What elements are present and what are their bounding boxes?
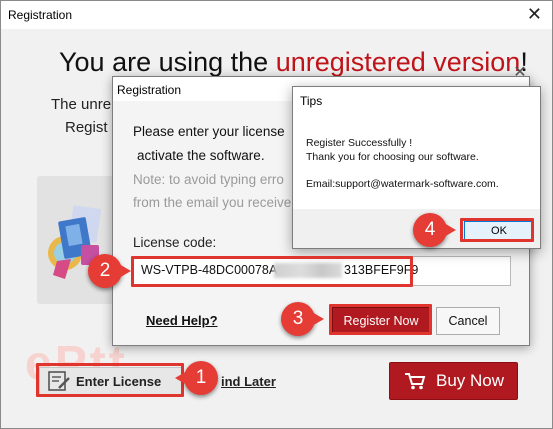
register-now-button[interactable]: Register Now (332, 307, 430, 335)
tips-dialog-title-bar: Tips (293, 87, 540, 111)
ok-button[interactable]: OK (464, 221, 534, 241)
enter-license-label: Enter License (76, 373, 162, 389)
need-help-link[interactable]: Need Help? (146, 313, 218, 328)
step-badge-1: 1 (175, 361, 218, 395)
note-line1: Note: to avoid typing erro (133, 172, 284, 187)
license-code-label: License code: (133, 235, 217, 250)
step-badge-3: 3 (281, 302, 324, 336)
tips-message-line2: Thank you for choosing our software. (306, 151, 479, 163)
edit-license-icon (48, 371, 70, 391)
buy-now-button[interactable]: Buy Now (389, 362, 518, 400)
headline-emphasis: unregistered version (275, 47, 521, 77)
cancel-button[interactable]: Cancel (436, 307, 500, 335)
headline-prefix: You are using the (59, 47, 276, 77)
step-badge-4: 4 (413, 213, 456, 247)
subtext-line1: The unre (51, 96, 112, 113)
registration-dialog-title: Registration (117, 83, 182, 97)
tips-message-line3: Email:support@watermark-software.com. (306, 178, 499, 190)
main-window-title: Registration (8, 8, 73, 22)
remind-later-link[interactable]: ind Later (221, 374, 276, 389)
close-icon[interactable]: ✕ (527, 3, 542, 25)
instruction-line1: Please enter your license (133, 124, 285, 139)
enter-license-button[interactable]: Enter License (39, 367, 183, 395)
tips-message-line1: Register Successfully ! (306, 137, 413, 149)
cart-icon (405, 373, 426, 390)
license-code-value-end: 313BFEF9F9 (344, 263, 419, 277)
step-badge-2: 2 (88, 254, 131, 288)
subtext-line2: Regist (65, 119, 108, 136)
page-headline: You are using the unregistered version! (59, 47, 528, 78)
main-title-bar: Registration ✕ (1, 1, 552, 29)
tips-dialog-title: Tips (300, 94, 323, 108)
note-line2: from the email you receive (133, 195, 292, 210)
instruction-line2: activate the software. (137, 148, 265, 163)
buy-now-label: Buy Now (436, 371, 505, 390)
license-code-value-start: WS-VTPB-48DC00078A (141, 263, 278, 277)
license-code-redaction (274, 263, 342, 278)
